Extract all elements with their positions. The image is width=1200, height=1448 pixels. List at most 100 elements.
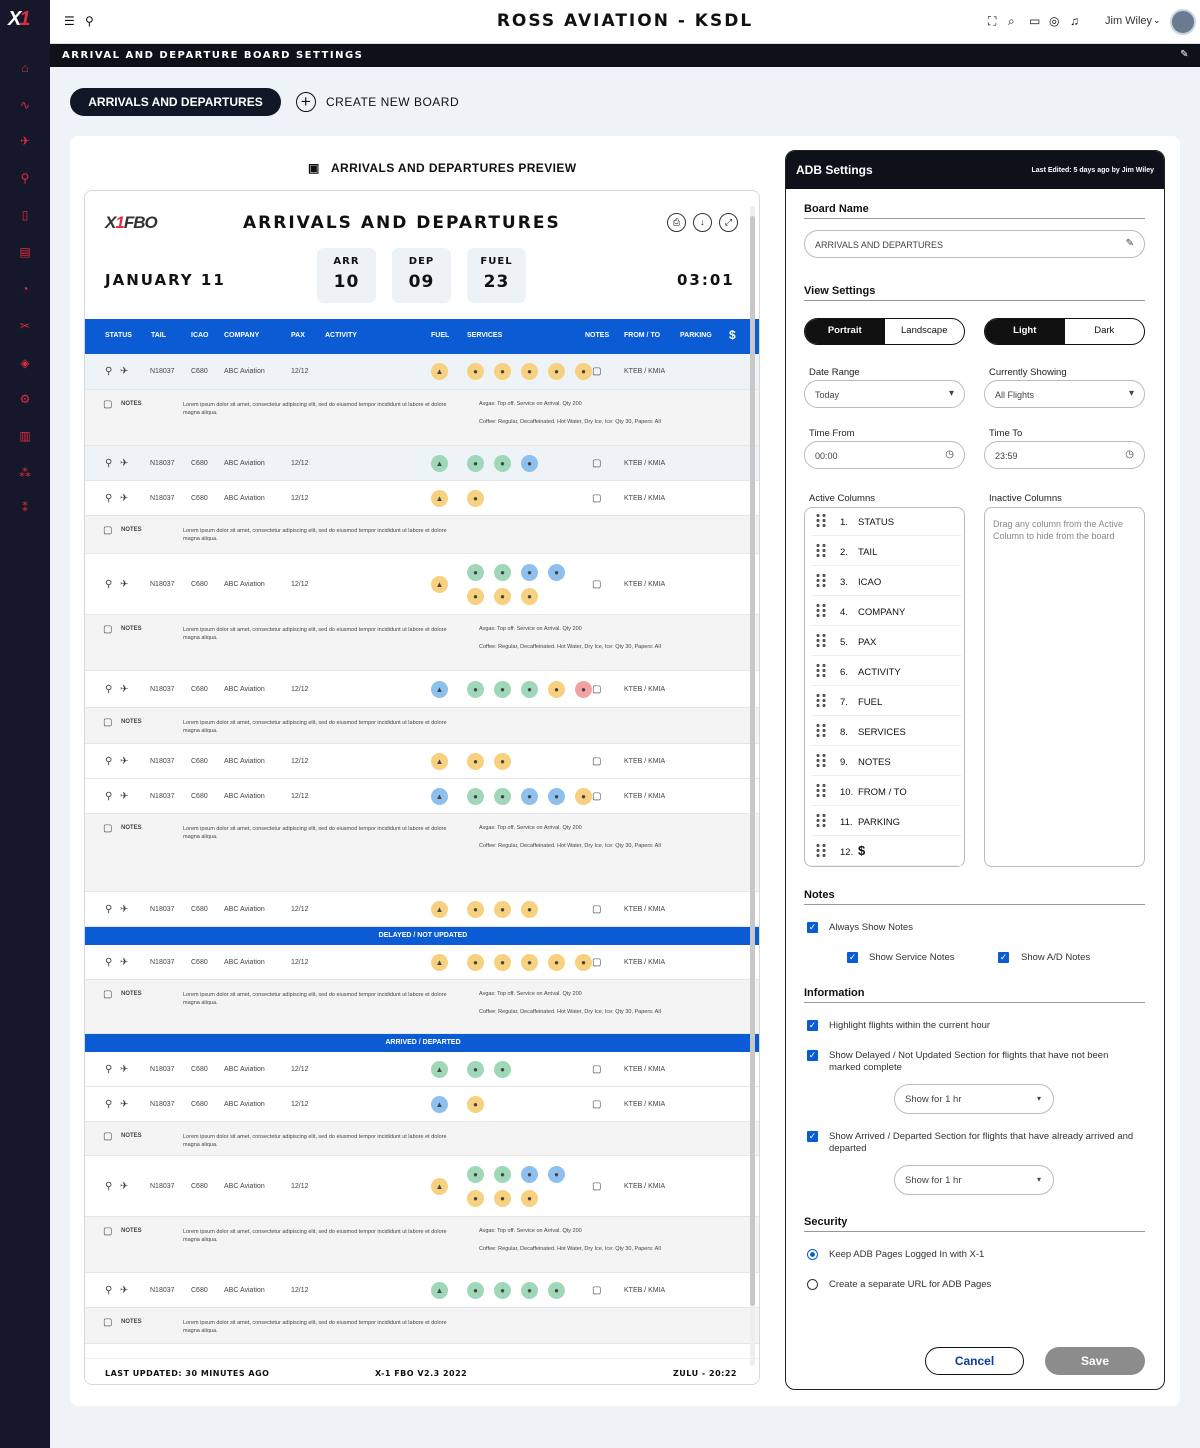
flight-row[interactable]: ⚲ ✈ N18037 C680 ABC Aviation 12/12 ▲ ● ▢ KTEB / K… [85, 481, 759, 516]
avatar[interactable] [1170, 9, 1196, 35]
download-icon[interactable]: ↓ [693, 213, 712, 232]
document-icon[interactable]: ▤ [17, 244, 33, 260]
keep-logged-in-radio[interactable] [807, 1249, 818, 1260]
time-from-input[interactable]: 00:00 ◷ [804, 441, 965, 469]
delayed-duration-select[interactable]: Show for 1 hr ▾ [894, 1084, 1054, 1114]
gear-icon[interactable]: ⚙ [17, 391, 33, 407]
fullscreen-icon[interactable]: ⛶ [988, 14, 996, 29]
plane-icon[interactable]: ✈ [17, 133, 33, 149]
cancel-button[interactable]: Cancel [925, 1347, 1024, 1375]
drag-handle-icon[interactable] [815, 693, 827, 707]
service-icon[interactable]: ◔ [17, 281, 33, 297]
flight-row[interactable]: ⚲ ✈ N18037 C680 ABC Aviation 12/12 ▲ ● ● ▢ KTEB / … [85, 1052, 759, 1087]
notes-icon[interactable]: ▢ [592, 579, 601, 590]
chevron-down-icon[interactable]: ⌄ [1153, 15, 1161, 26]
arrived-duration-select[interactable]: Show for 1 hr ▾ [894, 1165, 1054, 1195]
flight-row[interactable]: ⚲ ✈ N18037 C680 ABC Aviation 12/12 ▲ ● ● ● ● ● ▢ KTEB… [85, 354, 759, 390]
search-icon[interactable]: ⌕ [1008, 14, 1015, 29]
notes-icon[interactable]: ▢ [592, 458, 601, 469]
user-name[interactable]: Jim Wiley [1105, 15, 1152, 27]
notes-icon[interactable]: ▢ [592, 493, 601, 504]
highlight-checkbox[interactable]: ✓ [807, 1020, 818, 1031]
notes-icon[interactable]: ▢ [592, 756, 601, 767]
ad-notes-checkbox[interactable]: ✓ [998, 952, 1009, 963]
tools-icon[interactable]: ✂ [17, 318, 33, 334]
notes-icon[interactable]: ▢ [592, 1099, 601, 1110]
edit-icon[interactable]: ✎ [1180, 49, 1190, 60]
drag-handle-icon[interactable] [815, 843, 827, 857]
active-column-item[interactable]: 11. PARKING [811, 808, 961, 836]
flight-row[interactable]: ⚲ ✈ N18037 C680 ABC Aviation 12/12 ▲ ● ● ● ▢ KTEB /… [85, 892, 759, 927]
active-column-item[interactable]: 6. ACTIVITY [811, 658, 961, 686]
light-option[interactable]: Light [985, 319, 1065, 344]
person-icon[interactable]: ⚲ [17, 170, 33, 186]
print-icon[interactable]: ⎙ [667, 213, 686, 232]
flight-row[interactable]: ⚲ ✈ N18037 C680 ABC Aviation 12/12 ▲ ● ● ● ● ● ▢ KTEB… [85, 945, 759, 980]
active-column-item[interactable]: 3. ICAO [811, 568, 961, 596]
active-column-item[interactable]: 1. STATUS [811, 508, 961, 536]
active-column-item[interactable]: 8. SERVICES [811, 718, 961, 746]
separate-url-radio[interactable] [807, 1279, 818, 1290]
drag-handle-icon[interactable] [815, 513, 827, 527]
drag-handle-icon[interactable] [815, 723, 827, 737]
drag-handle-icon[interactable] [815, 603, 827, 617]
route-icon[interactable]: ⁂ [17, 465, 33, 481]
active-column-item[interactable]: 5. PAX [811, 628, 961, 656]
delayed-checkbox[interactable]: ✓ [807, 1050, 818, 1061]
bell-icon[interactable]: ♫ [1070, 14, 1079, 28]
drag-handle-icon[interactable] [815, 663, 827, 677]
flight-row[interactable]: ⚲ ✈ N18037 C680 ABC Aviation 12/12 ▲ ● ● ● ● ▢ KTEB … [85, 1273, 759, 1308]
flight-row[interactable]: ⚲ ✈ N18037 C680 ABC Aviation 12/12 ▲ ● ● ● ● ● ▢ KTEB… [85, 779, 759, 814]
date-range-select[interactable]: Today ▾ [804, 380, 965, 408]
notes-icon[interactable]: ▢ [592, 366, 601, 377]
active-column-item[interactable]: 12. $ [811, 838, 961, 866]
drag-handle-icon[interactable] [815, 783, 827, 797]
active-columns-list[interactable]: 1. STATUS 2. TAIL 3. ICAO 4. COMPANY 5. PAX 6. ACTI… [804, 507, 965, 867]
drag-handle-icon[interactable] [815, 543, 827, 557]
time-to-input[interactable]: 23:59 ◷ [984, 441, 1145, 469]
always-notes-checkbox[interactable]: ✓ [807, 922, 818, 933]
preview-scrollbar[interactable] [750, 206, 755, 1366]
active-column-item[interactable]: 9. NOTES [811, 748, 961, 776]
drag-handle-icon[interactable] [815, 633, 827, 647]
notes-icon[interactable]: ▢ [592, 957, 601, 968]
save-button[interactable]: Save [1045, 1347, 1145, 1375]
landscape-option[interactable]: Landscape [885, 319, 965, 344]
analytics-icon[interactable]: ∿ [17, 97, 33, 113]
notes-icon[interactable]: ▢ [592, 1181, 601, 1192]
expand-icon[interactable]: ⤢ [719, 213, 738, 232]
board-tab-active[interactable]: ARRIVALS AND DEPARTURES [70, 88, 281, 116]
drag-handle-icon[interactable] [815, 753, 827, 767]
flight-row[interactable]: ⚲ ✈ N18037 C680 ABC Aviation 12/12 ▲ ● ● ● ● ● ● ● ▢ KT… [85, 554, 759, 615]
board-name-input[interactable]: ARRIVALS AND DEPARTURES ✎ [804, 230, 1145, 258]
showing-select[interactable]: All Flights ▾ [984, 380, 1145, 408]
active-column-item[interactable]: 4. COMPANY [811, 598, 961, 626]
drag-handle-icon[interactable] [815, 573, 827, 587]
notes-icon[interactable]: ▢ [592, 684, 601, 695]
pencil-icon[interactable]: ✎ [1126, 238, 1134, 249]
chat-icon[interactable]: ▭ [1029, 14, 1040, 28]
inactive-columns-list[interactable]: Drag any column from the Active Column t… [984, 507, 1145, 867]
create-new-board-button[interactable]: + CREATE NEW BOARD [296, 92, 459, 112]
fuel-icon[interactable]: ▯ [17, 207, 33, 223]
notes-icon[interactable]: ▢ [592, 904, 601, 915]
dark-option[interactable]: Dark [1065, 319, 1145, 344]
notes-icon[interactable]: ▢ [592, 1285, 601, 1296]
flight-row[interactable]: ⚲ ✈ N18037 C680 ABC Aviation 12/12 ▲ ● ● ● ▢ KTEB /… [85, 446, 759, 481]
notes-icon[interactable]: ▢ [592, 791, 601, 802]
flight-row[interactable]: ⚲ ✈ N18037 C680 ABC Aviation 12/12 ▲ ● ● ▢ KTEB / … [85, 744, 759, 779]
flight-row[interactable]: ⚲ ✈ N18037 C680 ABC Aviation 12/12 ▲ ● ● ● ● ● ● ● ▢ KT… [85, 1156, 759, 1217]
arrived-checkbox[interactable]: ✓ [807, 1131, 818, 1142]
active-column-item[interactable]: 7. FUEL [811, 688, 961, 716]
barcode-icon[interactable]: ▥ [17, 428, 33, 444]
drag-handle-icon[interactable] [815, 813, 827, 827]
active-column-item[interactable]: 10. FROM / TO [811, 778, 961, 806]
flight-row[interactable]: ⚲ ✈ N18037 C680 ABC Aviation 12/12 ▲ ● ● ● ● ● ▢ KTEB… [85, 671, 759, 708]
notes-icon[interactable]: ▢ [592, 1064, 601, 1075]
headset-icon[interactable]: ◎ [1049, 14, 1059, 28]
active-column-item[interactable]: 2. TAIL [811, 538, 961, 566]
flight-row[interactable]: ⚲ ✈ N18037 C680 ABC Aviation 12/12 ▲ ● ▢ KTEB / K… [85, 1087, 759, 1122]
board-icon[interactable]: ⁑ [17, 500, 33, 516]
portrait-option[interactable]: Portrait [805, 319, 885, 344]
home-icon[interactable]: ⌂ [17, 60, 33, 76]
